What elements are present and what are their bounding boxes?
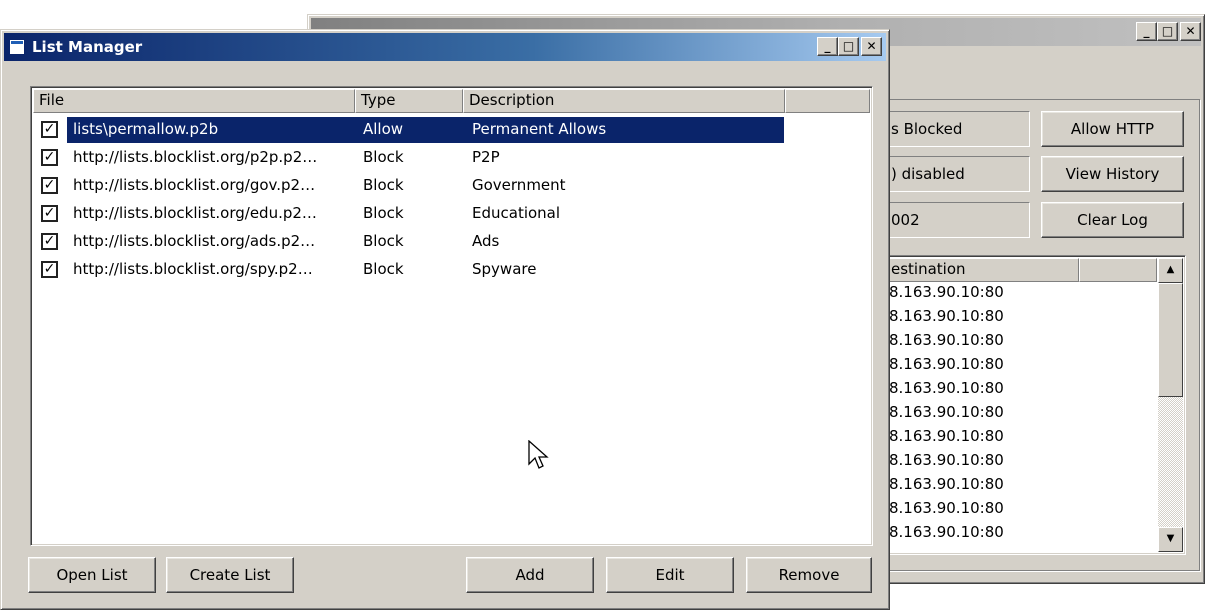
list-view[interactable]: File Type Description ✓ lists\permallow.p… [30, 86, 873, 546]
scroll-thumb[interactable] [1158, 283, 1183, 397]
log-row[interactable]: 8.163.90.10:80 [889, 475, 1004, 493]
file-cell: http://lists.blocklist.org/edu.p2… [73, 204, 317, 222]
type-cell: Allow [363, 120, 404, 138]
log-row[interactable]: 8.163.90.10:80 [889, 283, 1004, 301]
checkbox-checked-icon[interactable]: ✓ [41, 233, 58, 250]
checkbox-checked-icon[interactable]: ✓ [41, 149, 58, 166]
view-history-button[interactable]: View History [1041, 156, 1184, 192]
column-header-file[interactable]: File [33, 89, 355, 113]
file-cell: http://lists.blocklist.org/spy.p2… [73, 260, 313, 278]
file-cell: http://lists.blocklist.org/p2p.p2… [73, 148, 318, 166]
log-row[interactable]: 8.163.90.10:80 [889, 307, 1004, 325]
clear-log-button[interactable]: Clear Log [1041, 202, 1184, 238]
description-cell: Permanent Allows [472, 120, 607, 138]
type-cell: Block [363, 176, 404, 194]
log-row[interactable]: 8.163.90.10:80 [889, 499, 1004, 517]
list-row[interactable]: ✓ http://lists.blocklist.org/spy.p2… Block… [33, 256, 784, 284]
status-field-disabled: ) disabled [884, 156, 1030, 192]
list-row[interactable]: ✓ http://lists.blocklist.org/gov.p2… Block… [33, 172, 784, 200]
type-cell: Block [363, 232, 404, 250]
type-cell: Block [363, 260, 404, 278]
log-row[interactable]: 8.163.90.10:80 [889, 379, 1004, 397]
column-header-description[interactable]: Description [463, 89, 785, 113]
list-row[interactable]: ✓ http://lists.blocklist.org/edu.p2… Block… [33, 200, 784, 228]
allow-http-button[interactable]: Allow HTTP [1041, 111, 1184, 147]
status-field-blocked: s Blocked [884, 111, 1030, 147]
description-cell: Spyware [472, 260, 537, 278]
log-row[interactable]: 8.163.90.10:80 [889, 451, 1004, 469]
description-cell: Ads [472, 232, 500, 250]
list-row[interactable]: ✓ lists\permallow.p2b Allow Permanent Allow… [33, 116, 784, 144]
description-cell: P2P [472, 148, 500, 166]
log-row[interactable]: 8.163.90.10:80 [889, 427, 1004, 445]
close-icon[interactable]: ✕ [861, 37, 882, 56]
column-header-filler [785, 89, 870, 113]
column-header-type[interactable]: Type [355, 89, 463, 113]
maximize-icon[interactable]: □ [838, 37, 859, 56]
list-row[interactable]: ✓ http://lists.blocklist.org/ads.p2… Block… [33, 228, 784, 256]
log-row[interactable]: 8.163.90.10:80 [889, 355, 1004, 373]
type-cell: Block [363, 204, 404, 222]
log-row[interactable]: 8.163.90.10:80 [889, 331, 1004, 349]
log-row[interactable]: 8.163.90.10:80 [889, 523, 1004, 541]
checkbox-checked-icon[interactable]: ✓ [41, 121, 58, 138]
close-icon[interactable]: ✕ [1180, 22, 1201, 41]
list-row[interactable]: ✓ http://lists.blocklist.org/p2p.p2… Block… [33, 144, 784, 172]
checkbox-checked-icon[interactable]: ✓ [41, 205, 58, 222]
status-field-count: 002 [884, 202, 1030, 238]
scroll-down-icon[interactable]: ▼ [1158, 527, 1183, 552]
window-title: List Manager [32, 38, 143, 56]
log-header-destination[interactable]: estination [885, 258, 1079, 282]
remove-button[interactable]: Remove [746, 557, 872, 593]
list-rows: ✓ lists\permallow.p2b Allow Permanent Allow… [31, 116, 870, 536]
scroll-up-icon[interactable]: ▲ [1158, 258, 1183, 283]
list-manager-window: List Manager _ □ ✕ File Type Description… [0, 29, 890, 610]
minimize-icon[interactable]: _ [817, 37, 838, 56]
window-icon [9, 39, 25, 55]
mouse-cursor-icon [528, 440, 549, 469]
file-cell: http://lists.blocklist.org/ads.p2… [73, 232, 316, 250]
background-caption-buttons: _ □ ✕ [1136, 22, 1201, 41]
maximize-icon[interactable]: □ [1157, 22, 1178, 41]
caption-buttons: _ □ ✕ [817, 37, 882, 56]
create-list-button[interactable]: Create List [166, 557, 294, 593]
log-scrollbar[interactable]: ▲ ▼ [1158, 258, 1183, 552]
log-rows: 8.163.90.10:80 8.163.90.10:80 8.163.90.10:… [885, 283, 1157, 553]
minimize-icon[interactable]: _ [1136, 22, 1157, 41]
checkbox-checked-icon[interactable]: ✓ [41, 261, 58, 278]
type-cell: Block [363, 148, 404, 166]
file-cell: http://lists.blocklist.org/gov.p2… [73, 176, 316, 194]
edit-button[interactable]: Edit [606, 557, 734, 593]
description-cell: Educational [472, 204, 561, 222]
log-row[interactable]: 8.163.90.10:80 [889, 403, 1004, 421]
add-button[interactable]: Add [466, 557, 594, 593]
file-cell: lists\permallow.p2b [73, 120, 219, 138]
checkbox-checked-icon[interactable]: ✓ [41, 177, 58, 194]
log-header-extra[interactable] [1079, 258, 1157, 282]
description-cell: Government [472, 176, 566, 194]
log-list[interactable]: estination 8.163.90.10:80 8.163.90.10:80 8… [884, 255, 1186, 555]
list-manager-titlebar[interactable]: List Manager _ □ ✕ [4, 33, 886, 61]
open-list-button[interactable]: Open List [28, 557, 156, 593]
